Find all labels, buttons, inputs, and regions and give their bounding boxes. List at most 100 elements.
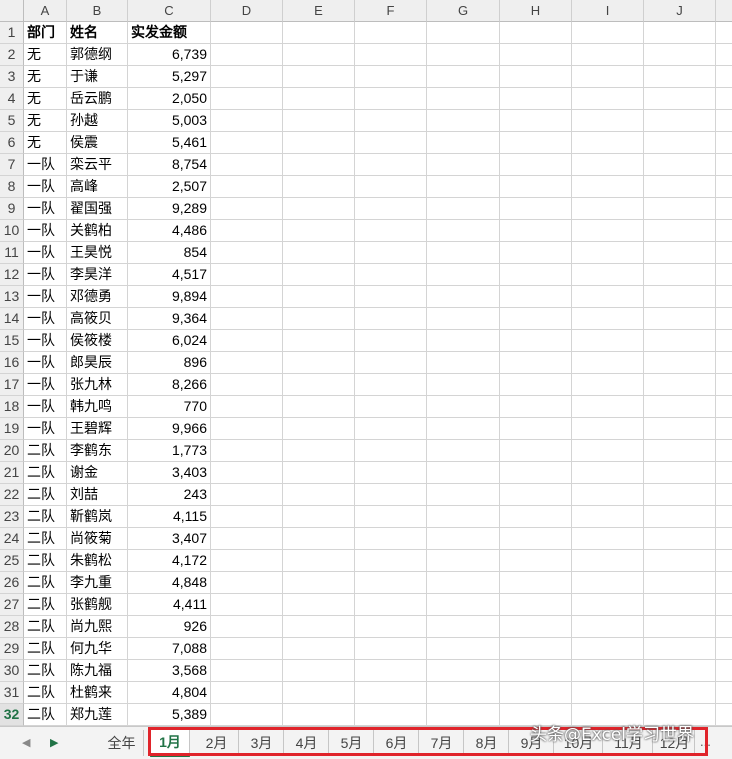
- empty-cell[interactable]: [500, 594, 572, 616]
- empty-cell[interactable]: [500, 682, 572, 704]
- empty-cell[interactable]: [500, 330, 572, 352]
- dept-cell[interactable]: 二队: [24, 440, 67, 462]
- empty-cell[interactable]: [355, 572, 427, 594]
- row-header[interactable]: 7: [0, 154, 24, 176]
- empty-cell[interactable]: [427, 352, 500, 374]
- empty-cell[interactable]: [500, 528, 572, 550]
- empty-cell[interactable]: [355, 220, 427, 242]
- sheet-tab[interactable]: 全年: [100, 730, 144, 756]
- empty-cell[interactable]: [211, 198, 283, 220]
- dept-cell[interactable]: 二队: [24, 484, 67, 506]
- name-cell[interactable]: 侯震: [67, 132, 128, 154]
- empty-cell[interactable]: [716, 682, 732, 704]
- dept-cell[interactable]: 一队: [24, 308, 67, 330]
- column-header-c[interactable]: C: [128, 0, 211, 22]
- amount-cell[interactable]: 6,739: [128, 44, 211, 66]
- row-header[interactable]: 19: [0, 418, 24, 440]
- name-cell[interactable]: 李鹤东: [67, 440, 128, 462]
- empty-cell[interactable]: [572, 66, 644, 88]
- name-cell[interactable]: 李九重: [67, 572, 128, 594]
- empty-cell[interactable]: [644, 66, 716, 88]
- empty-cell[interactable]: [572, 374, 644, 396]
- row-header[interactable]: 10: [0, 220, 24, 242]
- empty-cell[interactable]: [644, 528, 716, 550]
- empty-cell[interactable]: [283, 264, 355, 286]
- empty-cell[interactable]: [572, 572, 644, 594]
- row-header[interactable]: 3: [0, 66, 24, 88]
- empty-cell[interactable]: [427, 88, 500, 110]
- dept-cell[interactable]: 二队: [24, 682, 67, 704]
- empty-cell[interactable]: [355, 396, 427, 418]
- empty-cell[interactable]: [427, 286, 500, 308]
- empty-cell[interactable]: [572, 154, 644, 176]
- empty-cell[interactable]: [644, 506, 716, 528]
- empty-cell[interactable]: [427, 176, 500, 198]
- amount-cell[interactable]: 4,517: [128, 264, 211, 286]
- empty-cell[interactable]: [572, 242, 644, 264]
- name-cell[interactable]: 关鹤柏: [67, 220, 128, 242]
- empty-cell[interactable]: [355, 154, 427, 176]
- empty-cell[interactable]: [572, 220, 644, 242]
- header-cell-name[interactable]: 姓名: [67, 22, 128, 44]
- empty-cell[interactable]: [211, 352, 283, 374]
- empty-cell[interactable]: [355, 440, 427, 462]
- empty-cell[interactable]: [283, 484, 355, 506]
- name-cell[interactable]: 朱鹤松: [67, 550, 128, 572]
- empty-cell[interactable]: [211, 242, 283, 264]
- name-cell[interactable]: 陈九福: [67, 660, 128, 682]
- amount-cell[interactable]: 4,486: [128, 220, 211, 242]
- sheet-tab[interactable]: 3月: [240, 730, 284, 756]
- empty-cell[interactable]: [500, 616, 572, 638]
- row-header[interactable]: 31: [0, 682, 24, 704]
- empty-cell[interactable]: [716, 638, 732, 660]
- row-header[interactable]: 14: [0, 308, 24, 330]
- empty-cell[interactable]: [572, 44, 644, 66]
- amount-cell[interactable]: 9,289: [128, 198, 211, 220]
- amount-cell[interactable]: 3,403: [128, 462, 211, 484]
- empty-cell[interactable]: [355, 616, 427, 638]
- empty-cell[interactable]: [355, 638, 427, 660]
- empty-cell[interactable]: [644, 440, 716, 462]
- empty-cell[interactable]: [572, 396, 644, 418]
- empty-cell[interactable]: [716, 352, 732, 374]
- empty-cell[interactable]: [572, 682, 644, 704]
- empty-cell[interactable]: [211, 462, 283, 484]
- amount-cell[interactable]: 8,754: [128, 154, 211, 176]
- empty-cell[interactable]: [211, 638, 283, 660]
- dept-cell[interactable]: 二队: [24, 638, 67, 660]
- empty-cell[interactable]: [211, 154, 283, 176]
- empty-cell[interactable]: [427, 550, 500, 572]
- empty-cell[interactable]: [644, 44, 716, 66]
- row-header[interactable]: 12: [0, 264, 24, 286]
- empty-cell[interactable]: [644, 22, 716, 44]
- empty-cell[interactable]: [644, 484, 716, 506]
- empty-cell[interactable]: [283, 242, 355, 264]
- empty-cell[interactable]: [211, 594, 283, 616]
- empty-cell[interactable]: [211, 44, 283, 66]
- empty-cell[interactable]: [572, 594, 644, 616]
- empty-cell[interactable]: [572, 352, 644, 374]
- name-cell[interactable]: 侯筱楼: [67, 330, 128, 352]
- dept-cell[interactable]: 二队: [24, 550, 67, 572]
- empty-cell[interactable]: [644, 308, 716, 330]
- empty-cell[interactable]: [427, 132, 500, 154]
- name-cell[interactable]: 栾云平: [67, 154, 128, 176]
- dept-cell[interactable]: 一队: [24, 374, 67, 396]
- empty-cell[interactable]: [211, 66, 283, 88]
- row-header[interactable]: 15: [0, 330, 24, 352]
- empty-cell[interactable]: [644, 638, 716, 660]
- dept-cell[interactable]: 二队: [24, 462, 67, 484]
- empty-cell[interactable]: [572, 264, 644, 286]
- empty-cell[interactable]: [283, 220, 355, 242]
- amount-cell[interactable]: 5,003: [128, 110, 211, 132]
- amount-cell[interactable]: 7,088: [128, 638, 211, 660]
- row-header[interactable]: 9: [0, 198, 24, 220]
- dept-cell[interactable]: 二队: [24, 572, 67, 594]
- amount-cell[interactable]: 1,773: [128, 440, 211, 462]
- empty-cell[interactable]: [716, 594, 732, 616]
- empty-cell[interactable]: [716, 484, 732, 506]
- amount-cell[interactable]: 9,966: [128, 418, 211, 440]
- empty-cell[interactable]: [716, 616, 732, 638]
- empty-cell[interactable]: [644, 352, 716, 374]
- empty-cell[interactable]: [644, 110, 716, 132]
